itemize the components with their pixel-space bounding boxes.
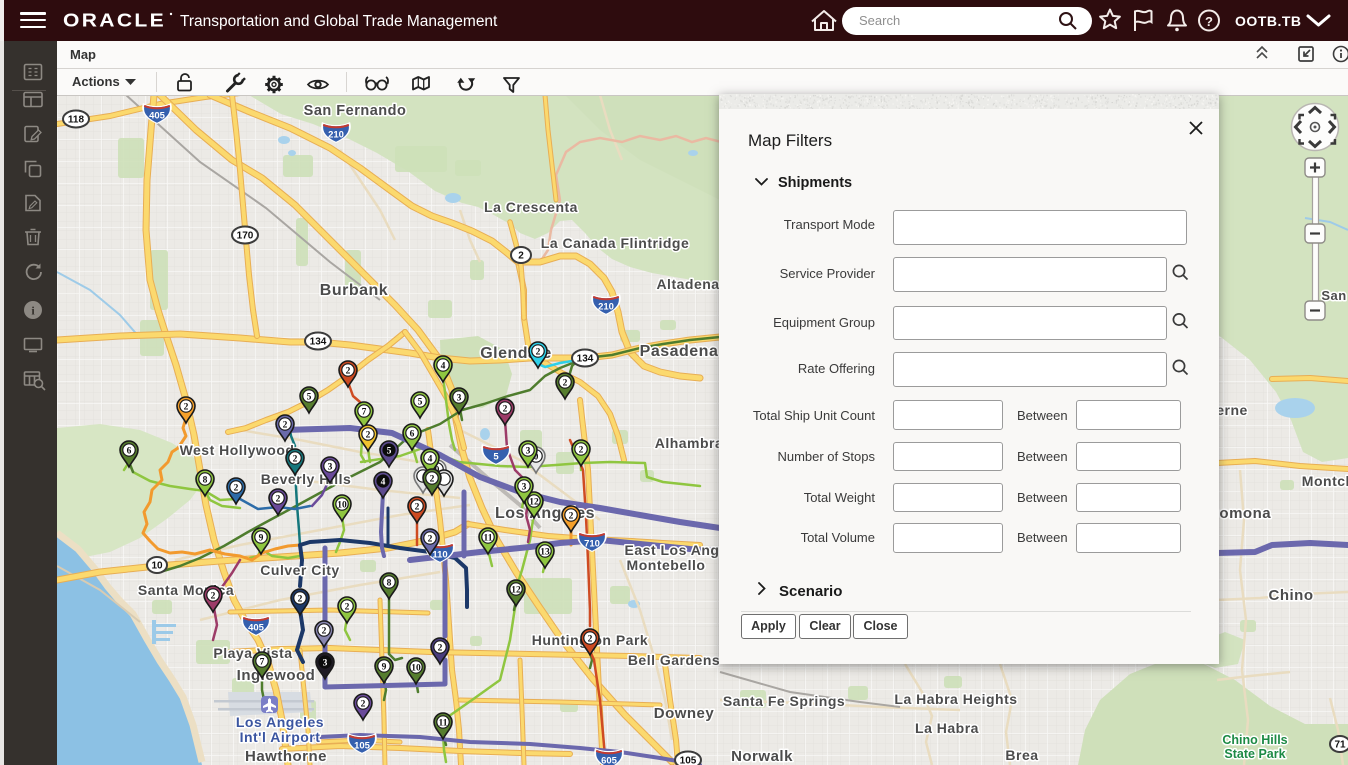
svg-text:11: 11 [484,533,493,543]
svg-text:Brea: Brea [1005,747,1038,763]
svg-text:6: 6 [127,446,132,456]
svg-text:La Habra Heights: La Habra Heights [894,691,1017,707]
svg-text:2: 2 [503,404,508,414]
svg-text:2: 2 [430,474,435,484]
svg-text:2: 2 [184,402,189,412]
svg-text:11: 11 [439,718,448,728]
svg-text:Altadena: Altadena [656,276,719,292]
svg-text:2: 2 [563,378,568,388]
svg-text:118: 118 [68,115,85,126]
svg-text:9: 9 [259,533,264,543]
svg-text:5: 5 [307,392,312,402]
svg-text:7: 7 [362,407,367,417]
svg-text:110: 110 [432,550,447,561]
svg-text:710: 710 [584,539,600,550]
svg-text:2: 2 [361,699,366,709]
svg-text:2: 2 [234,483,239,493]
svg-text:12: 12 [511,585,521,595]
svg-text:Bell Gardens: Bell Gardens [628,652,720,668]
svg-text:ORACLE: ORACLE [63,11,166,31]
svg-text:Transportation and Global Trad: Transportation and Global Trade Manageme… [180,13,498,30]
svg-text:4: 4 [441,361,446,371]
svg-text:Norwalk: Norwalk [731,748,793,765]
svg-text:4: 4 [428,454,433,464]
svg-text:2: 2 [322,626,327,636]
svg-text:5: 5 [387,446,392,456]
svg-text:La Crescenta: La Crescenta [484,199,578,215]
svg-text:3: 3 [522,482,527,492]
svg-text:134: 134 [310,337,327,348]
svg-text:San Fernando: San Fernando [304,103,407,119]
svg-text:405: 405 [248,623,265,634]
svg-text:Culver City: Culver City [260,562,339,578]
svg-text:605: 605 [601,756,618,765]
svg-text:erne: erne [1216,402,1248,418]
svg-text:West Hollywood: West Hollywood [180,442,295,458]
svg-text:2: 2 [211,591,216,601]
svg-text:8: 8 [387,578,392,588]
svg-text:?: ? [1205,14,1213,29]
svg-text:9: 9 [382,662,387,672]
svg-text:State Park: State Park [1224,747,1285,761]
svg-text:Burbank: Burbank [320,282,388,299]
svg-text:134: 134 [577,354,594,365]
svg-text:2: 2 [569,511,574,521]
svg-text:105: 105 [680,756,697,765]
svg-text:2: 2 [345,602,350,612]
svg-text:13: 13 [540,547,550,557]
svg-text:3: 3 [526,446,531,456]
svg-text:2: 2 [366,430,371,440]
svg-text:Beverly Hills: Beverly Hills [261,471,352,487]
svg-text:Int'l Airport: Int'l Airport [240,729,321,745]
svg-text:La Habra: La Habra [915,720,979,736]
svg-text:405: 405 [149,111,166,122]
svg-text:6: 6 [410,429,415,439]
svg-text:2: 2 [536,347,541,357]
svg-text:Downey: Downey [654,705,715,722]
svg-text:71: 71 [1334,740,1346,751]
svg-text:10: 10 [411,663,421,673]
svg-text:2: 2 [415,502,420,512]
svg-text:2: 2 [283,420,288,430]
svg-text:12: 12 [529,497,539,507]
svg-text:Chino Hills: Chino Hills [1222,733,1287,747]
svg-text:5: 5 [493,452,499,463]
svg-text:Hawthorne: Hawthorne [245,748,327,765]
svg-text:7: 7 [260,657,265,667]
svg-text:Pasadena: Pasadena [640,343,719,360]
svg-text:8: 8 [203,475,208,485]
svg-text:Los Angeles: Los Angeles [236,714,324,730]
svg-text:5: 5 [418,397,423,407]
svg-text:4: 4 [381,477,386,487]
svg-text:Santa Fe Springs: Santa Fe Springs [723,693,845,709]
svg-text:La Canada Flintridge: La Canada Flintridge [541,235,689,251]
svg-text:3: 3 [457,393,462,403]
svg-text:2: 2 [438,643,443,653]
svg-text:2: 2 [346,366,351,376]
svg-text:2: 2 [588,634,593,644]
svg-text:2: 2 [276,494,281,504]
svg-text:10: 10 [337,500,347,510]
svg-text:3: 3 [328,462,333,472]
svg-text:Chino: Chino [1269,587,1314,604]
svg-text:Montcla: Montcla [1302,473,1348,489]
svg-text:2: 2 [293,454,298,464]
svg-text:Montebello: Montebello [627,557,706,573]
svg-text:2: 2 [518,251,524,262]
svg-text:2: 2 [579,445,584,455]
svg-text:210: 210 [328,130,344,141]
svg-text:210: 210 [598,302,614,313]
svg-text:East Los Ang: East Los Ang [625,542,720,558]
svg-text:Alhambra: Alhambra [655,435,724,451]
svg-text:105: 105 [354,741,371,752]
svg-text:10: 10 [151,561,163,572]
svg-text:2: 2 [298,594,303,604]
svg-text:170: 170 [237,231,254,242]
svg-text:3: 3 [323,658,328,668]
svg-text:Inglewood: Inglewood [237,667,316,684]
svg-text:2: 2 [428,534,433,544]
